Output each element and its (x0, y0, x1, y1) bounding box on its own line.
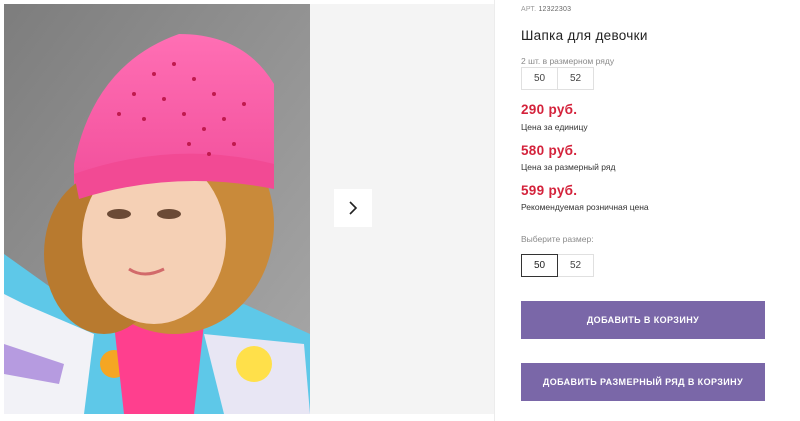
pack-size-item: 50 (521, 67, 558, 90)
size-option-50[interactable]: 50 (521, 254, 558, 277)
product-gallery (0, 0, 494, 421)
pack-sizes: 50 52 (521, 67, 594, 90)
product-info: АРТ. 12322303 Шапка для девочки 2 шт. в … (521, 0, 783, 421)
pack-size-label: 2 шт. в размерном ряду (521, 56, 615, 66)
add-size-row-to-cart-button[interactable]: ДОБАВИТЬ РАЗМЕРНЫЙ РЯД В КОРЗИНУ (521, 363, 765, 401)
size-option-52[interactable]: 52 (557, 254, 594, 277)
size-selector: 50 52 (521, 254, 594, 277)
retail-price: 599 руб. (521, 183, 578, 198)
row-price-caption: Цена за размерный ряд (521, 162, 616, 172)
pack-size-item: 52 (557, 67, 594, 90)
retail-price-caption: Рекомендуемая розничная цена (521, 202, 649, 212)
article-value: 12322303 (538, 6, 572, 13)
article-prefix: АРТ. (521, 6, 537, 13)
chevron-right-icon (349, 201, 358, 215)
gallery-next-button[interactable] (334, 189, 372, 227)
product-title: Шапка для девочки (521, 28, 648, 43)
choose-size-label: Выберите размер: (521, 234, 594, 244)
unit-price-caption: Цена за единицу (521, 122, 588, 132)
vertical-divider (494, 0, 495, 421)
product-photo-illustration (4, 4, 310, 414)
article-number: АРТ. 12322303 (521, 6, 571, 13)
row-price: 580 руб. (521, 143, 578, 158)
unit-price: 290 руб. (521, 102, 578, 117)
add-to-cart-button[interactable]: ДОБАВИТЬ В КОРЗИНУ (521, 301, 765, 339)
product-photo[interactable] (4, 4, 310, 414)
